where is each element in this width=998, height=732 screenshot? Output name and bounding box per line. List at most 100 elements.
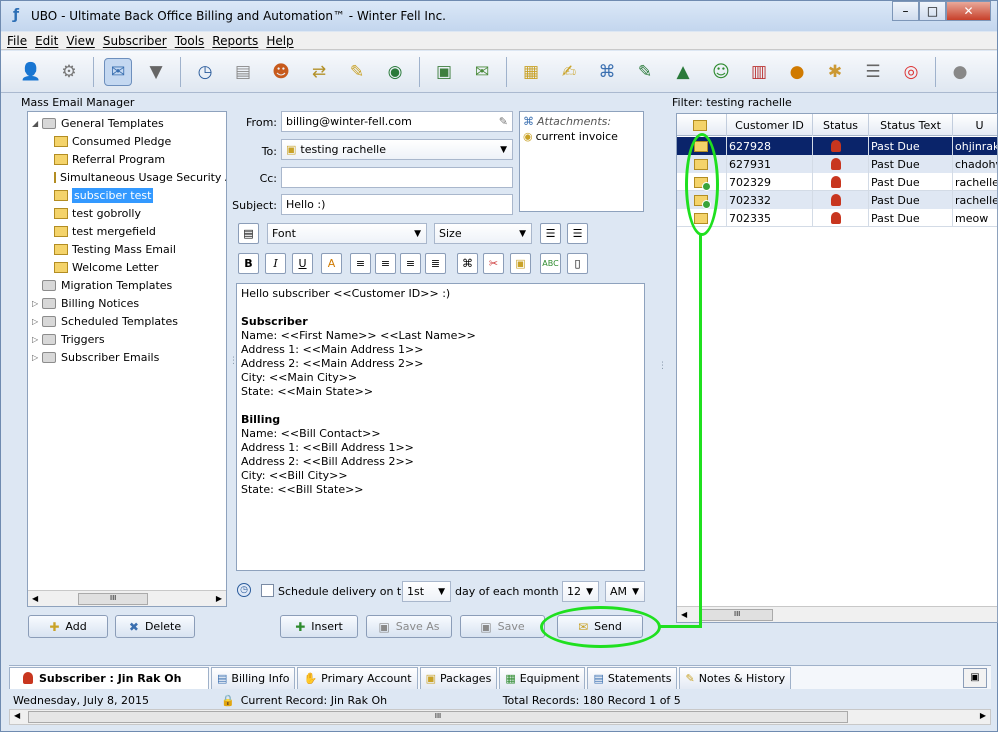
tree-scroll-thumb[interactable]: III [78,592,149,605]
note-edit-icon[interactable]: ✍ [555,58,583,86]
spellcheck-button[interactable]: ABC [540,253,561,274]
template-source-button[interactable]: ▤ [238,223,259,244]
clear-format-button[interactable]: ▯ [567,253,588,274]
person-icon[interactable]: ● [946,58,974,86]
window-horizontal-scrollbar[interactable]: ◀ III ▶ [9,709,991,725]
paperclip-icon[interactable]: ⌘ [593,58,621,86]
mailbox-icon[interactable]: ▥ [745,58,773,86]
scroll-left-icon[interactable]: ◀ [681,610,687,619]
subject-field[interactable]: Hello :) [281,194,513,215]
underline-button[interactable]: U [292,253,313,274]
font-color-button[interactable]: A [321,253,342,274]
gears-icon[interactable]: ⚙ [55,58,83,86]
schedule-ampm-dropdown[interactable]: AM ▼ [605,581,645,602]
menu-help[interactable]: Help [266,34,293,48]
outdent-button[interactable]: ☰ [567,223,588,244]
tab-packages[interactable]: ▣ Packages [419,666,498,689]
tab-statements[interactable]: ▤ Statements [587,666,678,689]
close-button[interactable]: ✕ [946,1,991,21]
size-dropdown[interactable]: Size ▼ [434,223,532,244]
save-mail-icon[interactable]: ✉ [104,57,132,86]
delete-button[interactable]: ✖ Delete [115,615,195,638]
spam-icon[interactable]: ● [783,58,811,86]
menu-subscriber[interactable]: Subscriber [103,34,167,48]
pencil-icon[interactable]: ✎ [499,115,508,128]
attachments-panel[interactable]: ⌘ Attachments: ◉ current invoice [519,111,644,212]
tab-subscriber[interactable]: Subscriber : Jin Rak Oh [9,666,209,689]
table-row[interactable]: 702332 Past Duerachelle_ [677,191,997,209]
align-left-button[interactable]: ≡ [350,253,371,274]
insert-button[interactable]: ✚ Insert [280,615,358,638]
tree-item[interactable]: ▷ Triggers [28,330,226,348]
edit-icon[interactable]: ✎ [343,58,371,86]
column-header-status[interactable]: Status [813,114,869,136]
align-right-button[interactable]: ≡ [400,253,421,274]
tree-item[interactable]: Consumed Pledge [28,132,226,150]
document-icon[interactable]: ▤ [229,58,257,86]
scroll-right-icon[interactable]: ▶ [216,594,222,603]
align-center-button[interactable]: ≡ [375,253,396,274]
table-row[interactable]: 627928 Past Due ohjinrak [677,137,997,155]
remove-link-button[interactable]: ✂ [483,253,504,274]
menu-edit[interactable]: Edit [35,34,58,48]
expand-icon[interactable]: ▷ [32,317,42,326]
italic-button[interactable]: I [265,253,286,274]
save-button[interactable]: ▣ Save [460,615,545,638]
expand-icon[interactable]: ▷ [32,335,42,344]
cc-field[interactable] [281,167,513,188]
box-icon[interactable]: ▣ [430,58,458,86]
chart-edit-icon[interactable]: ✎ [631,58,659,86]
menu-view[interactable]: View [66,34,94,48]
tree-item[interactable]: Simultaneous Usage Security Ale [28,168,226,186]
from-field[interactable]: billing@winter-fell.com ✎ [281,111,513,132]
lifebuoy-icon[interactable]: ◎ [897,58,925,86]
attachment-item[interactable]: ◉ current invoice [523,130,640,143]
indent-button[interactable]: ☰ [540,223,561,244]
email-body-editor[interactable]: Hello subscriber <<Customer ID>> :) Subsc… [236,283,645,571]
bold-button[interactable]: B [238,253,259,274]
justify-button[interactable]: ≣ [425,253,446,274]
scroll-left-icon[interactable]: ◀ [14,711,20,720]
tree-item[interactable]: subsciber test [28,186,226,204]
tree-item[interactable]: ▷ Subscriber Emails [28,348,226,366]
splitter-grip-left[interactable]: ⋮ [229,356,238,366]
minimize-button[interactable]: – [892,1,919,21]
tab-primary-account[interactable]: ✋ Primary Account [297,666,418,689]
tab-notes-history[interactable]: ✎ Notes & History [679,666,792,689]
tree-item[interactable]: ▷ Scheduled Templates [28,312,226,330]
maximize-button[interactable]: □ [919,1,946,21]
menu-tools[interactable]: Tools [175,34,205,48]
table-row[interactable]: 627931 Past Due chadohv [677,155,997,173]
collapse-icon[interactable]: ◢ [32,119,42,128]
expand-icon[interactable]: ▷ [32,353,42,362]
tree-horizontal-scrollbar[interactable]: ◀ III ▶ [28,590,226,606]
support-icon[interactable]: ☺ [707,58,735,86]
insert-image-button[interactable]: ▣ [510,253,531,274]
tree-item[interactable]: ◢ General Templates [28,114,226,132]
chart-icon[interactable]: ▲ [669,58,697,86]
column-header-customer-id[interactable]: Customer ID [727,114,813,136]
recipient-grid[interactable]: Customer ID Status Status Text U 627928 P… [676,113,998,623]
tree-item[interactable]: test gobrolly [28,204,226,222]
grid-horizontal-scrollbar[interactable]: ◀ III [677,606,997,622]
clock-icon[interactable]: ◷ [191,58,219,86]
to-dropdown[interactable]: ▣ testing rachelle ▼ [281,139,513,160]
tree-item[interactable]: Welcome Letter [28,258,226,276]
schedule-checkbox[interactable] [261,584,274,597]
scroll-left-icon[interactable]: ◀ [32,594,38,603]
bug-icon[interactable]: ✱ [821,58,849,86]
column-header-user[interactable]: U [953,114,997,136]
filter-icon[interactable]: ▼ [142,58,170,86]
menu-reports[interactable]: Reports [212,34,258,48]
expand-icon[interactable]: ▷ [32,299,42,308]
tree-item[interactable]: ▷ Billing Notices [28,294,226,312]
menu-file[interactable]: File [7,34,27,48]
window-scroll-thumb[interactable]: III [28,711,848,723]
tab-equipment[interactable]: ▦ Equipment [499,666,586,689]
tree-item[interactable]: Testing Mass Email [28,240,226,258]
note-icon[interactable]: ▦ [517,58,545,86]
insert-link-button[interactable]: ⌘ [457,253,478,274]
save-record-button[interactable]: ▣ [963,667,987,688]
add-button[interactable]: ✚ Add [28,615,108,638]
grid-scroll-thumb[interactable]: III [701,608,774,621]
